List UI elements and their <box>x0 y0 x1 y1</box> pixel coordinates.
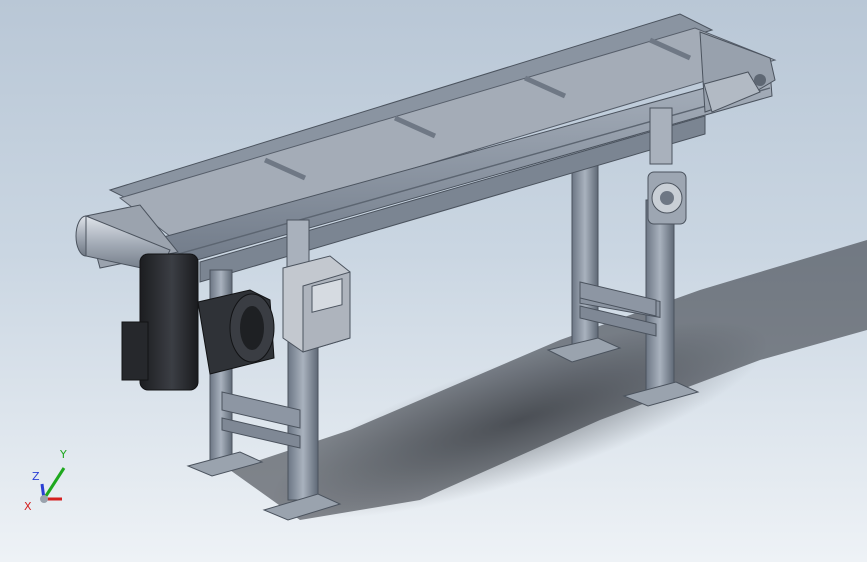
triad-origin <box>40 495 48 503</box>
y-axis-label: Y <box>59 448 67 461</box>
x-axis-label: X <box>24 500 32 513</box>
conveyor-bed[interactable] <box>108 13 777 283</box>
orientation-triad: Y Z X <box>18 444 78 516</box>
conveyor-model[interactable] <box>0 0 867 562</box>
drive-motor[interactable] <box>121 253 275 391</box>
control-box[interactable] <box>282 255 351 353</box>
z-axis-label: Z <box>32 470 40 483</box>
graphics-viewport[interactable]: Y Z X <box>0 0 867 562</box>
axis-triad-graphic: Y Z X <box>24 448 67 513</box>
y-axis-line <box>42 467 66 500</box>
